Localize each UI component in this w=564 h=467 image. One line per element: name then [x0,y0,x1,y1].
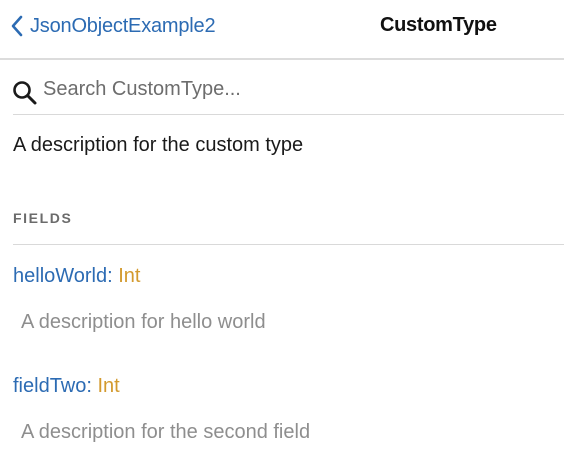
field-description: A description for hello world [21,311,266,333]
search-icon [12,80,38,111]
field-row-field-two: fieldTwo: Int [13,375,120,398]
chevron-left-icon [10,14,24,38]
docs-page: JsonObjectExample2 CustomType A descript… [0,0,564,467]
navigation-header: JsonObjectExample2 CustomType [0,0,564,60]
page-title: CustomType [380,14,497,36]
fields-section-heading: FIELDS [13,210,73,226]
field-type-link[interactable]: Int [118,265,140,287]
field-colon: : [86,375,92,397]
search-divider [13,114,564,115]
fields-divider [13,244,564,245]
search-input[interactable] [43,74,543,104]
field-name[interactable]: helloWorld [13,265,107,287]
search-bar [0,60,564,115]
field-type-link[interactable]: Int [98,375,120,397]
back-button[interactable]: JsonObjectExample2 [10,12,216,40]
field-colon: : [107,265,113,287]
field-name[interactable]: fieldTwo [13,375,86,397]
field-description: A description for the second field [21,421,311,443]
type-description: A description for the custom type [13,134,304,156]
field-row-hello-world: helloWorld: Int [13,265,141,288]
back-button-label: JsonObjectExample2 [30,14,216,37]
